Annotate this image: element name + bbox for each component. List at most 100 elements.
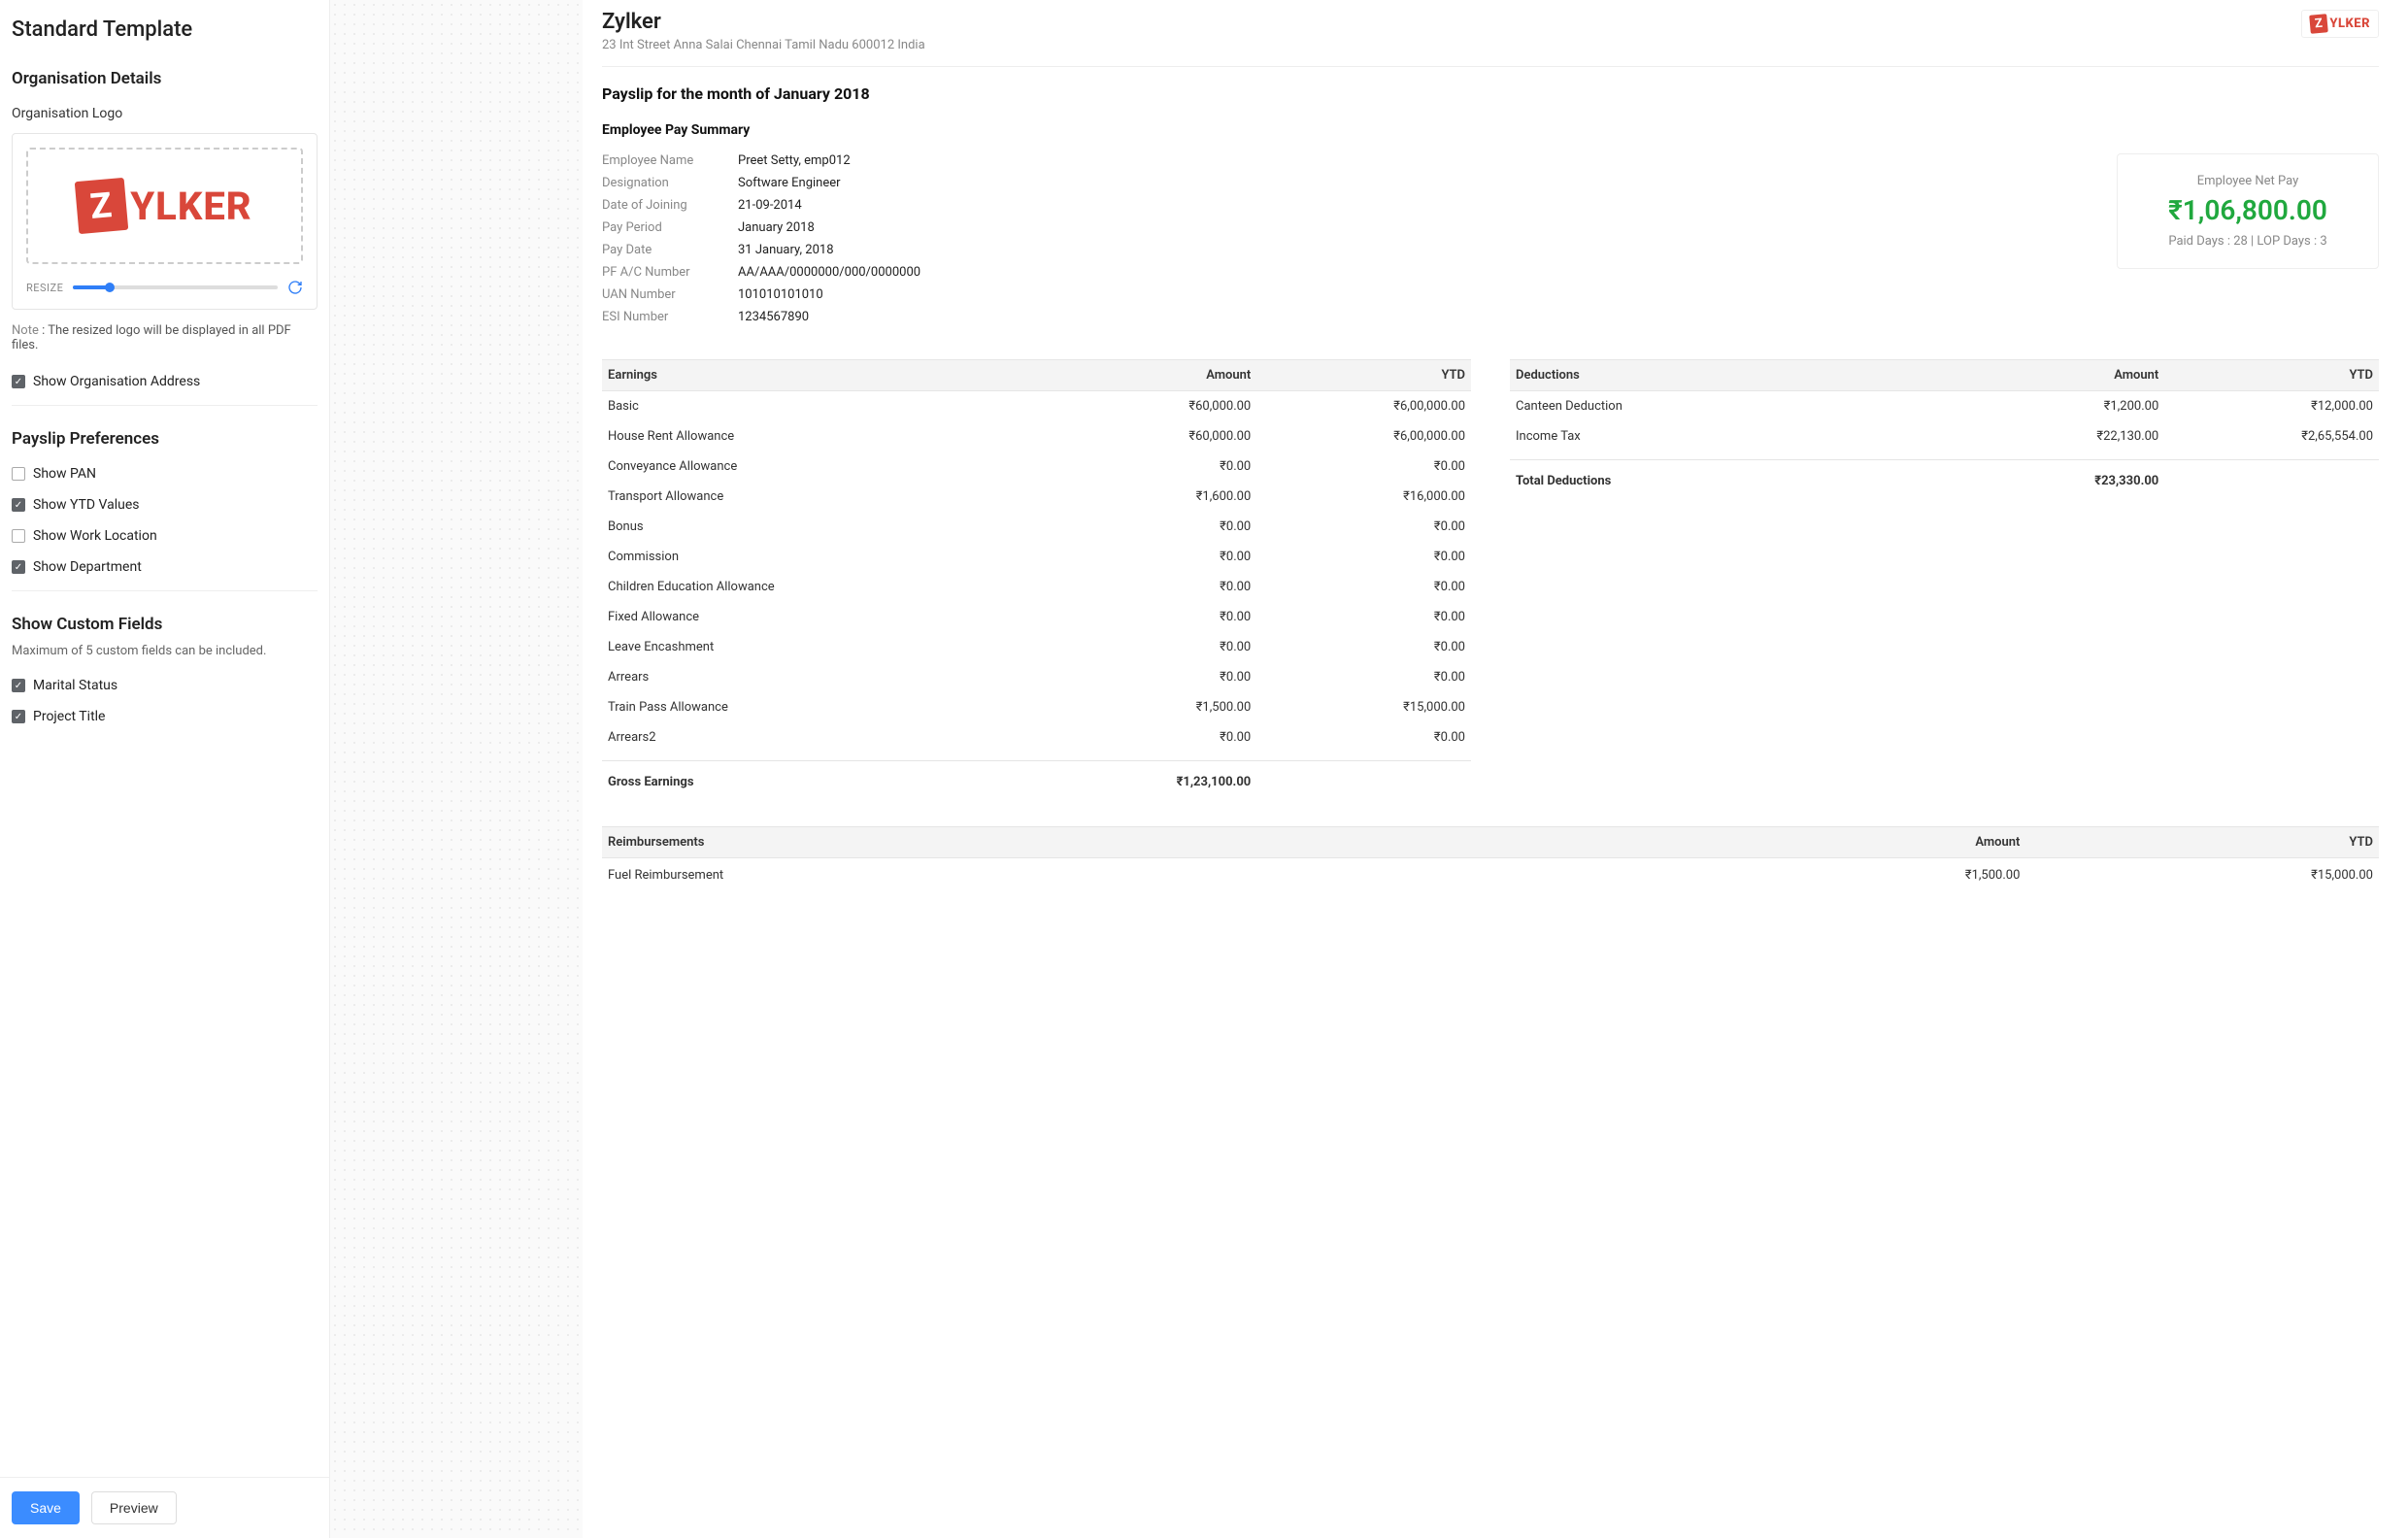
save-button[interactable]: Save <box>12 1491 80 1524</box>
custom-checkbox-1[interactable]: ✓ Project Title <box>12 709 318 724</box>
logo-card: Z YLKER RESIZE <box>12 133 318 310</box>
summary-field: Date of Joining21-09-2014 <box>602 198 2097 213</box>
logo-text-rest: YLKER <box>130 184 251 229</box>
checkbox-icon: ✓ <box>12 498 25 512</box>
org-logo-label: Organisation Logo <box>12 106 318 121</box>
reimb-col-ytd: YTD <box>2020 835 2373 850</box>
gross-amount: ₹1,23,100.00 <box>1037 775 1252 789</box>
pref-checkbox-2-label: Show Work Location <box>33 528 157 544</box>
pref-checkbox-3-label: Show Department <box>33 559 142 575</box>
summary-key: PF A/C Number <box>602 265 738 280</box>
summary-fields: Employee NamePreet Setty, emp012Designat… <box>602 153 2097 332</box>
table-row: Conveyance Allowance₹0.00₹0.00 <box>602 451 1471 482</box>
payslip-title: Payslip for the month of January 2018 <box>602 84 2379 103</box>
deductions-col-amount: Amount <box>1945 368 2159 383</box>
pref-checkbox-1-label: Show YTD Values <box>33 497 140 513</box>
prefs-heading: Payslip Preferences <box>12 429 318 449</box>
earnings-col-amount: Amount <box>1037 368 1252 383</box>
mini-logo: Z YLKER <box>2301 10 2379 38</box>
summary-value: Preet Setty, emp012 <box>738 153 851 168</box>
pref-checkbox-3[interactable]: ✓ Show Department <box>12 559 318 575</box>
summary-value: 31 January, 2018 <box>738 243 834 257</box>
show-address-label: Show Organisation Address <box>33 374 200 389</box>
summary-title: Employee Pay Summary <box>602 122 2379 138</box>
resize-row: RESIZE <box>26 280 303 295</box>
netpay-days: Paid Days : 28 | LOP Days : 3 <box>2147 234 2349 249</box>
table-row: Train Pass Allowance₹1,500.00₹15,000.00 <box>602 692 1471 722</box>
summary-value: 21-09-2014 <box>738 198 802 213</box>
org-details-section: Organisation Details Organisation Logo Z… <box>12 69 318 389</box>
table-row: House Rent Allowance₹60,000.00₹6,00,000.… <box>602 421 1471 451</box>
show-address-checkbox[interactable]: ✓ Show Organisation Address <box>12 374 318 389</box>
pref-checkbox-0-label: Show PAN <box>33 466 96 482</box>
logo-preview: Z YLKER <box>77 180 251 232</box>
table-row: Basic₹60,000.00₹6,00,000.00 <box>602 391 1471 421</box>
preview-button[interactable]: Preview <box>91 1491 177 1524</box>
org-name: Zylker <box>602 10 925 34</box>
note-label: Note <box>12 323 39 338</box>
summary-field: Pay PeriodJanuary 2018 <box>602 220 2097 235</box>
summary-field: Employee NamePreet Setty, emp012 <box>602 153 2097 168</box>
payslip-preview: Zylker 23 Int Street Anna Salai Chennai … <box>583 0 2408 1538</box>
settings-scroll: Standard Template Organisation Details O… <box>0 0 329 1477</box>
summary-key: ESI Number <box>602 310 738 324</box>
summary-row: Employee NamePreet Setty, emp012Designat… <box>602 153 2379 332</box>
summary-field: ESI Number1234567890 <box>602 310 2097 324</box>
table-row: Arrears₹0.00₹0.00 <box>602 662 1471 692</box>
netpay-card: Employee Net Pay ₹1,06,800.00 Paid Days … <box>2117 153 2379 269</box>
reimb-col-amount: Amount <box>1667 835 2021 850</box>
summary-key: Pay Period <box>602 220 738 235</box>
summary-key: Date of Joining <box>602 198 738 213</box>
resize-label: RESIZE <box>26 282 63 294</box>
table-row: Leave Encashment₹0.00₹0.00 <box>602 632 1471 662</box>
table-row: Fixed Allowance₹0.00₹0.00 <box>602 602 1471 632</box>
custom-hint: Maximum of 5 custom fields can be includ… <box>12 644 318 658</box>
deductions-heading: Deductions <box>1516 368 1945 383</box>
summary-key: Employee Name <box>602 153 738 168</box>
note-text: : The resized logo will be displayed in … <box>12 323 291 352</box>
tables-row: Earnings Amount YTD Basic₹60,000.00₹6,00… <box>602 359 2379 803</box>
table-row: Income Tax₹22,130.00₹2,65,554.00 <box>1510 421 2379 451</box>
deductions-col-ytd: YTD <box>2158 368 2373 383</box>
table-row: Transport Allowance₹1,600.00₹16,000.00 <box>602 482 1471 512</box>
org-details-heading: Organisation Details <box>12 69 318 88</box>
summary-key: Designation <box>602 176 738 190</box>
summary-field: Pay Date31 January, 2018 <box>602 243 2097 257</box>
pref-checkbox-0[interactable]: Show PAN <box>12 466 318 482</box>
earnings-col-ytd: YTD <box>1251 368 1465 383</box>
summary-value: January 2018 <box>738 220 815 235</box>
pref-checkbox-2[interactable]: Show Work Location <box>12 528 318 544</box>
refresh-icon[interactable] <box>287 280 303 295</box>
summary-value: 101010101010 <box>738 287 823 302</box>
reimb-heading: Reimbursements <box>608 835 1667 850</box>
checkbox-icon: ✓ <box>12 710 25 723</box>
mini-z-icon: Z <box>2310 14 2328 33</box>
custom-checkbox-0[interactable]: ✓Marital Status <box>12 678 318 693</box>
summary-value: AA/AAA/0000000/000/0000000 <box>738 265 920 280</box>
netpay-amount: ₹1,06,800.00 <box>2147 194 2349 226</box>
summary-key: UAN Number <box>602 287 738 302</box>
summary-key: Pay Date <box>602 243 738 257</box>
checkbox-icon: ✓ <box>12 560 25 574</box>
summary-field: DesignationSoftware Engineer <box>602 176 2097 190</box>
canvas-gap <box>330 0 583 1538</box>
earnings-heading: Earnings <box>608 368 1037 383</box>
payslip-header: Zylker 23 Int Street Anna Salai Chennai … <box>602 10 2379 67</box>
summary-value: 1234567890 <box>738 310 809 324</box>
table-row: Fuel Reimbursement₹1,500.00₹15,000.00 <box>602 858 2379 892</box>
netpay-label: Employee Net Pay <box>2147 174 2349 188</box>
resize-slider[interactable] <box>73 285 278 289</box>
deductions-table: Deductions Amount YTD Canteen Deduction₹… <box>1510 359 2379 803</box>
mini-logo-text: YLKER <box>2329 17 2370 31</box>
pref-checkbox-1[interactable]: ✓ Show YTD Values <box>12 497 318 513</box>
logo-dropzone[interactable]: Z YLKER <box>26 148 303 264</box>
total-deductions-label: Total Deductions <box>1516 474 1945 488</box>
total-deductions-amount: ₹23,330.00 <box>1945 474 2159 488</box>
table-row: Arrears2₹0.00₹0.00 <box>602 722 1471 752</box>
table-row: Bonus₹0.00₹0.00 <box>602 512 1471 542</box>
custom-heading: Show Custom Fields <box>12 615 318 634</box>
custom-checkbox-1-label: Project Title <box>33 709 105 724</box>
custom-checkbox-0-label: Marital Status <box>33 678 117 693</box>
summary-field: UAN Number101010101010 <box>602 287 2097 302</box>
table-row: Canteen Deduction₹1,200.00₹12,000.00 <box>1510 391 2379 421</box>
